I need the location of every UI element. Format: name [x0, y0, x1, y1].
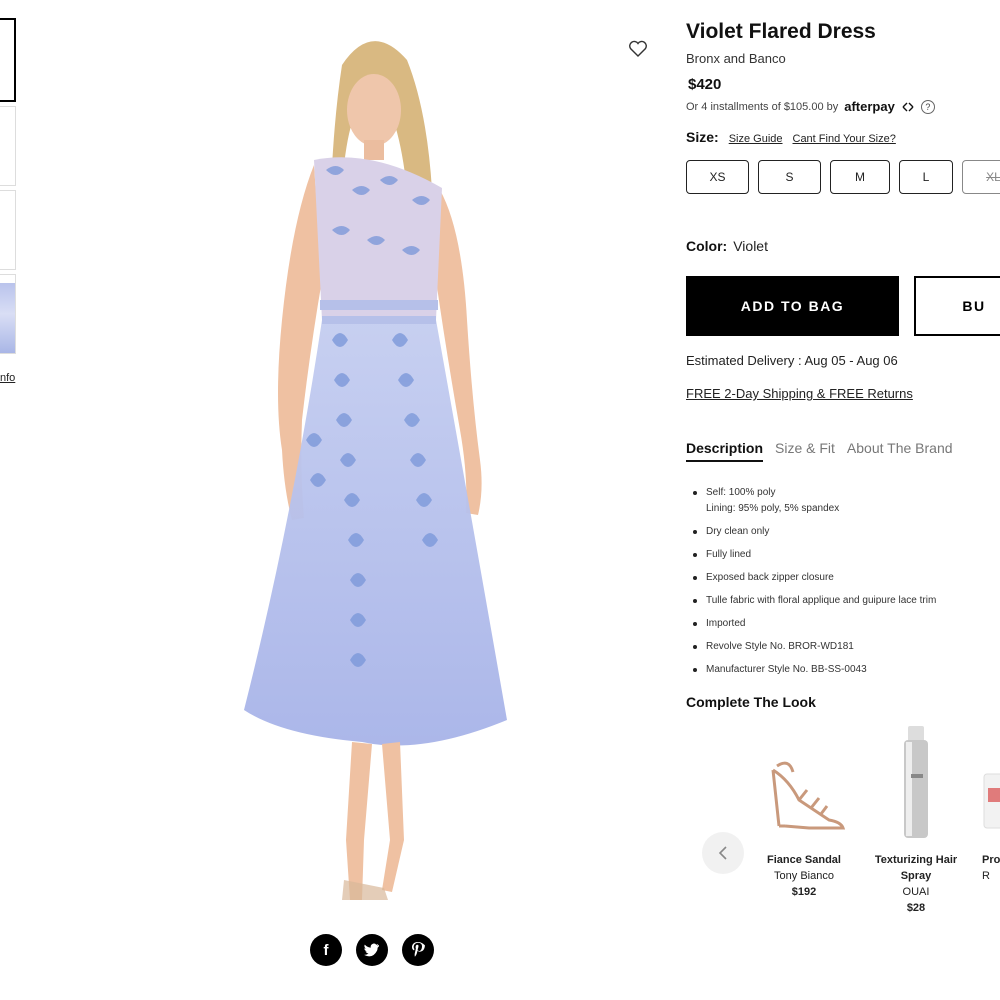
tab-about-brand[interactable]: About The Brand: [847, 440, 953, 462]
size-option-m[interactable]: M: [830, 160, 890, 194]
size-option-l[interactable]: L: [899, 160, 953, 194]
size-option-xl[interactable]: XL: [962, 160, 1000, 194]
description-list: Self: 100% poly Lining: 95% poly, 5% span…: [693, 485, 1000, 685]
brand-link[interactable]: Bronx and Banco: [686, 51, 786, 66]
estimated-delivery: Estimated Delivery : Aug 05 - Aug 06: [686, 353, 898, 368]
detail-tabs: Description Size & Fit About The Brand: [686, 440, 953, 462]
thumbnail-strip: [0, 18, 18, 358]
sandal-image: [771, 761, 846, 830]
look-item-name: Texturizing Hair Spray: [874, 854, 958, 882]
size-option-xs[interactable]: XS: [686, 160, 749, 194]
buy-now-button[interactable]: BU: [914, 276, 1000, 336]
add-to-bag-button[interactable]: ADD TO BAG: [686, 276, 899, 336]
complete-the-look-title: Complete The Look: [686, 694, 816, 710]
pinterest-icon[interactable]: [402, 934, 434, 966]
look-item-brand: R: [982, 869, 990, 882]
look-item-name: Fiance Sandal: [767, 854, 841, 866]
description-item: Manufacturer Style No. BB-SS-0043: [693, 662, 1000, 678]
tab-size-fit[interactable]: Size & Fit: [775, 440, 835, 462]
size-guide-link[interactable]: Size Guide: [729, 133, 783, 145]
description-item: Self: 100% poly Lining: 95% poly, 5% span…: [693, 485, 1000, 517]
thumbnail-4[interactable]: [0, 274, 16, 354]
shipping-returns-link[interactable]: FREE 2-Day Shipping & FREE Returns: [686, 386, 913, 401]
description-item: Dry clean only: [693, 524, 1000, 540]
look-item-price: $28: [906, 901, 926, 914]
description-text: Lining: 95% poly, 5% spandex: [706, 503, 840, 514]
thumbnail-1[interactable]: [0, 18, 16, 102]
color-row: Color: Violet: [686, 238, 768, 254]
afterpay-arrows-icon: [902, 102, 914, 111]
look-item-partial[interactable]: Pro R: [982, 770, 1000, 885]
help-icon[interactable]: ?: [920, 99, 935, 114]
size-row: Size: Size Guide Cant Find Your Size?: [686, 129, 896, 145]
look-item-brand: OUAI: [902, 885, 930, 898]
product-image: [983, 773, 1000, 829]
afterpay-text: Or 4 installments of $105.00 by: [686, 100, 839, 113]
look-item-sandal[interactable]: Fiance Sandal Tony Bianco $192: [754, 750, 854, 901]
chevron-left-icon: [718, 846, 727, 860]
size-options: XS S M L XL: [686, 160, 1000, 194]
description-item: Imported: [693, 616, 1000, 632]
description-text: Self: 100% poly: [706, 487, 776, 498]
more-info-link[interactable]: nfo: [0, 372, 15, 384]
afterpay-logo: afterpay: [844, 99, 895, 114]
look-item-name: Pro: [982, 854, 1000, 866]
cant-find-size-link[interactable]: Cant Find Your Size?: [793, 133, 896, 145]
tab-description[interactable]: Description: [686, 440, 764, 462]
description-item: Tulle fabric with floral applique and gu…: [693, 593, 1000, 609]
product-main-image: [244, 41, 507, 900]
look-item-price: $192: [791, 885, 817, 898]
afterpay-info: Or 4 installments of $105.00 by afterpay…: [686, 99, 935, 114]
twitter-icon[interactable]: [356, 934, 388, 966]
share-buttons: f: [310, 934, 434, 966]
size-label: Size:: [686, 129, 719, 145]
color-label: Color:: [686, 238, 728, 254]
size-option-s[interactable]: S: [758, 160, 821, 194]
heart-icon[interactable]: [628, 40, 648, 58]
product-price: $420: [688, 76, 722, 93]
description-item: Fully lined: [693, 547, 1000, 563]
facebook-icon[interactable]: f: [310, 934, 342, 966]
product-title: Violet Flared Dress: [686, 20, 876, 43]
hair-spray-image: [904, 726, 928, 838]
description-item: Revolve Style No. BROR-WD181: [693, 639, 1000, 655]
thumbnail-2[interactable]: [0, 106, 16, 186]
color-value: Violet: [733, 238, 768, 254]
look-item-hair-spray[interactable]: Texturizing Hair Spray OUAI $28: [864, 724, 968, 917]
look-item-brand: Tony Bianco: [774, 869, 834, 882]
carousel-prev-button[interactable]: [702, 832, 744, 874]
description-item: Exposed back zipper closure: [693, 570, 1000, 586]
thumbnail-3[interactable]: [0, 190, 16, 270]
